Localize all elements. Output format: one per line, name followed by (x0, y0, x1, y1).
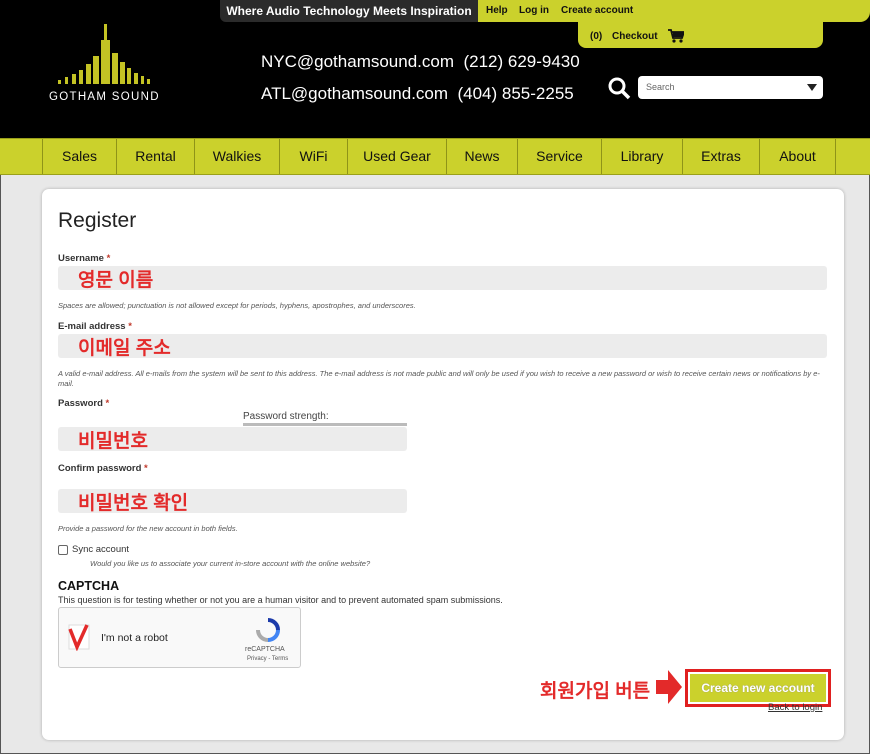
main-nav: Sales Rental Walkies WiFi Used Gear News… (0, 138, 870, 175)
contact-nyc: NYC@gothamsound.com (212) 629-9430 (261, 52, 580, 71)
recaptcha-widget: I'm not a robot reCAPTCHA Privacy - Term… (58, 607, 301, 668)
required-mark: * (144, 463, 148, 474)
sync-account-hint: Would you like us to associate your curr… (90, 559, 371, 568)
arrow-right-icon (656, 670, 682, 704)
search-placeholder: Search (646, 82, 675, 92)
top-links: Help Log in Create account (478, 0, 870, 22)
recaptcha-brand: reCAPTCHA (245, 646, 285, 653)
chevron-down-icon[interactable] (807, 84, 817, 91)
username-annotation: 영문 이름 (78, 270, 154, 291)
recaptcha-icon (256, 618, 280, 642)
email-field[interactable] (58, 334, 827, 358)
nav-item-library[interactable]: Library (601, 139, 682, 174)
confirm-password-label-text: Confirm password (58, 463, 142, 474)
captcha-description: This question is for testing whether or … (58, 595, 503, 605)
sync-account-label[interactable]: Sync account (72, 544, 129, 555)
back-to-login-link[interactable]: Back to login (768, 702, 822, 713)
sync-account-checkbox[interactable] (58, 545, 68, 555)
checkbox-checkmark-icon[interactable] (67, 623, 91, 651)
page-title: Register (58, 209, 137, 232)
confirm-password-hint: Provide a password for the new account i… (58, 524, 238, 533)
tagline: Where Audio Technology Meets Inspiration (220, 0, 478, 22)
nav-item-extras[interactable]: Extras (682, 139, 759, 174)
email-hint: A valid e-mail address. All e-mails from… (58, 369, 820, 388)
email-label: E-mail address * (58, 321, 132, 332)
recaptcha-links[interactable]: Privacy - Terms (247, 656, 288, 662)
nav-item-rental[interactable]: Rental (116, 139, 194, 174)
search-icon[interactable] (607, 76, 631, 100)
search-input[interactable]: Search (638, 76, 823, 99)
site-header: Where Audio Technology Meets Inspiration… (0, 0, 870, 138)
checkout-link[interactable]: Checkout (612, 31, 658, 42)
login-link[interactable]: Log in (519, 0, 549, 22)
cart-bar[interactable]: (0) Checkout (578, 22, 823, 48)
recaptcha-label: I'm not a robot (101, 632, 168, 644)
confirm-password-label: Confirm password * (58, 463, 148, 474)
required-mark: * (106, 253, 111, 264)
username-label-text: Username (58, 253, 104, 264)
nav-item-service[interactable]: Service (517, 139, 601, 174)
captcha-heading: CAPTCHA (58, 579, 120, 593)
create-account-link[interactable]: Create account (561, 0, 633, 22)
submit-annotation: 회원가입 버튼 (540, 681, 651, 702)
password-label-text: Password (58, 398, 103, 409)
username-field[interactable] (58, 266, 827, 290)
register-card: Register Username * 영문 이름 Spaces are all… (42, 189, 844, 740)
create-new-account-button[interactable]: Create new account (690, 674, 826, 702)
nav-item-wifi[interactable]: WiFi (279, 139, 347, 174)
required-mark: * (105, 398, 110, 409)
cart-count: (0) (590, 31, 603, 42)
username-hint: Spaces are allowed; punctuation is not a… (58, 301, 416, 310)
cart-icon[interactable] (668, 29, 684, 43)
nav-item-sales[interactable]: Sales (42, 139, 116, 174)
password-label: Password * (58, 398, 109, 409)
confirm-password-annotation: 비밀번호 확인 (78, 493, 189, 514)
email-label-text: E-mail address (58, 321, 126, 332)
nav-item-used-gear[interactable]: Used Gear (347, 139, 446, 174)
password-strength-label: Password strength: (243, 411, 329, 422)
required-mark: * (128, 321, 132, 332)
nav-item-walkies[interactable]: Walkies (194, 139, 279, 174)
logo-text: GOTHAM SOUND (49, 91, 160, 103)
contact-atl: ATL@gothamsound.com (404) 855-2255 (261, 84, 574, 103)
nav-item-about[interactable]: About (759, 139, 836, 174)
password-strength-bar (243, 423, 407, 426)
password-annotation: 비밀번호 (78, 431, 148, 452)
help-link[interactable]: Help (486, 0, 508, 22)
email-annotation: 이메일 주소 (78, 338, 171, 359)
username-label: Username * (58, 253, 110, 264)
nav-item-news[interactable]: News (446, 139, 517, 174)
